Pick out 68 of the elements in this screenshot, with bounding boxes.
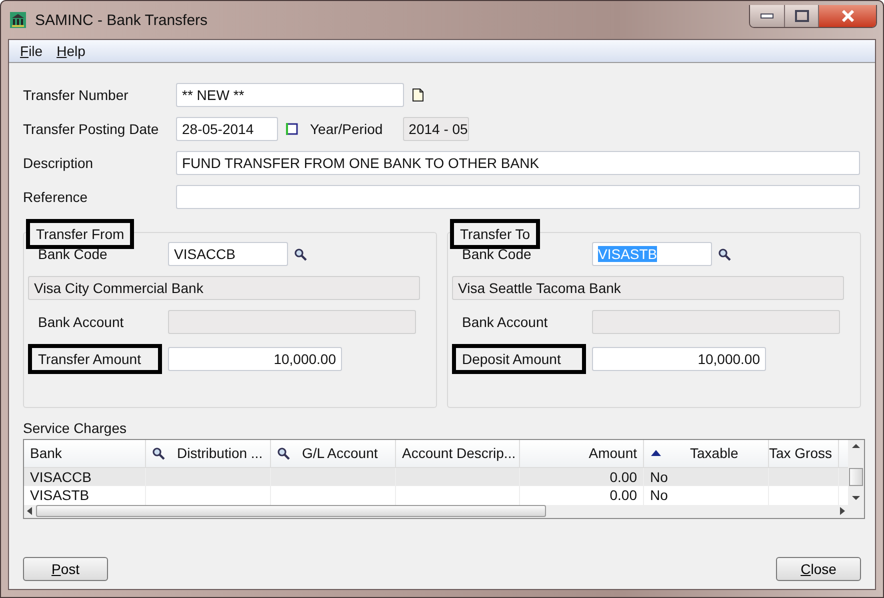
- close-icon: [840, 10, 856, 22]
- sort-up-icon: [650, 449, 662, 458]
- field-value: VISACCB: [174, 246, 236, 262]
- column-header[interactable]: G/L Account: [271, 440, 396, 467]
- group-title: Transfer To: [450, 219, 540, 249]
- column-label: Account Descrip...: [402, 445, 516, 462]
- field-label: Deposit Amount: [452, 344, 586, 374]
- column-header[interactable]: Amount: [520, 440, 644, 467]
- table-cell: No: [650, 487, 668, 504]
- amount-field[interactable]: 10,000.00: [592, 347, 766, 371]
- field-label: Year/Period: [310, 121, 383, 137]
- field-label: Description: [23, 155, 94, 171]
- field-label: Transfer Number: [23, 87, 130, 103]
- scrollbar-thumb[interactable]: [36, 505, 546, 518]
- maximize-button[interactable]: [784, 4, 818, 26]
- calendar-icon[interactable]: [286, 123, 298, 135]
- column-header[interactable]: Bank: [24, 440, 146, 467]
- input-field[interactable]: [176, 185, 860, 209]
- column-label: Bank: [30, 445, 62, 462]
- column-label: Amount: [588, 445, 637, 462]
- field-label: Reference: [23, 189, 89, 205]
- input-field[interactable]: FUND TRANSFER FROM ONE BANK TO OTHER BANK: [176, 151, 860, 175]
- field-label: Bank Account: [37, 313, 125, 332]
- table-cell: VISASTB: [30, 487, 90, 504]
- column-label: Distribution ...: [177, 445, 263, 462]
- column-label: Tax Gross: [769, 445, 832, 462]
- column-header[interactable]: Distribution ...: [146, 440, 271, 467]
- scrollbar-thumb[interactable]: [849, 468, 863, 486]
- dialog-button[interactable]: Post: [23, 557, 108, 581]
- minimize-button[interactable]: [750, 4, 784, 26]
- vertical-scrollbar[interactable]: [848, 440, 864, 518]
- search-icon: [277, 446, 290, 460]
- readonly-field: Visa Seattle Tacoma Bank: [452, 276, 844, 300]
- minimize-icon: [760, 12, 774, 18]
- column-header[interactable]: Tax Gross: [769, 440, 839, 467]
- field-label: Bank Account: [461, 313, 549, 332]
- group-title: Transfer From: [26, 219, 134, 249]
- menu-item[interactable]: Help: [52, 43, 90, 59]
- table-cell: VISACCB: [30, 469, 92, 486]
- readonly-field: 2014 - 05: [402, 117, 469, 141]
- table-row[interactable]: VISACCB 0.00 No: [24, 468, 848, 486]
- menu-item[interactable]: File: [15, 43, 48, 59]
- horizontal-scrollbar[interactable]: [24, 504, 848, 518]
- column-header[interactable]: Account Descrip...: [396, 440, 520, 467]
- table-cell: No: [650, 469, 668, 486]
- bank-building-icon: [9, 11, 27, 29]
- readonly-field: Visa City Commercial Bank: [28, 276, 420, 300]
- column-label: G/L Account: [302, 445, 378, 462]
- date-field[interactable]: 28-05-2014: [176, 117, 278, 141]
- search-icon[interactable]: [294, 248, 307, 260]
- maximize-icon: [794, 10, 808, 22]
- window-title: SAMINC - Bank Transfers: [35, 12, 208, 28]
- field-label: Transfer Amount: [28, 344, 162, 374]
- search-icon[interactable]: [718, 248, 731, 260]
- table-cell: 0.00: [610, 487, 637, 504]
- close-button[interactable]: [818, 4, 876, 26]
- search-icon: [152, 446, 165, 460]
- dialog-button[interactable]: Close: [776, 557, 861, 581]
- column-label: Taxable: [690, 445, 738, 462]
- input-field[interactable]: VISACCB: [168, 242, 288, 266]
- column-header[interactable]: Taxable: [644, 440, 769, 467]
- field-value: VISASTB: [598, 246, 658, 262]
- input-field[interactable]: ** NEW **: [176, 83, 404, 107]
- table-cell: 0.00: [610, 469, 637, 486]
- document-icon[interactable]: [412, 88, 424, 102]
- field-label: Transfer Posting Date: [23, 121, 160, 137]
- amount-field[interactable]: 10,000.00: [168, 347, 342, 371]
- section-label: Service Charges: [23, 420, 128, 436]
